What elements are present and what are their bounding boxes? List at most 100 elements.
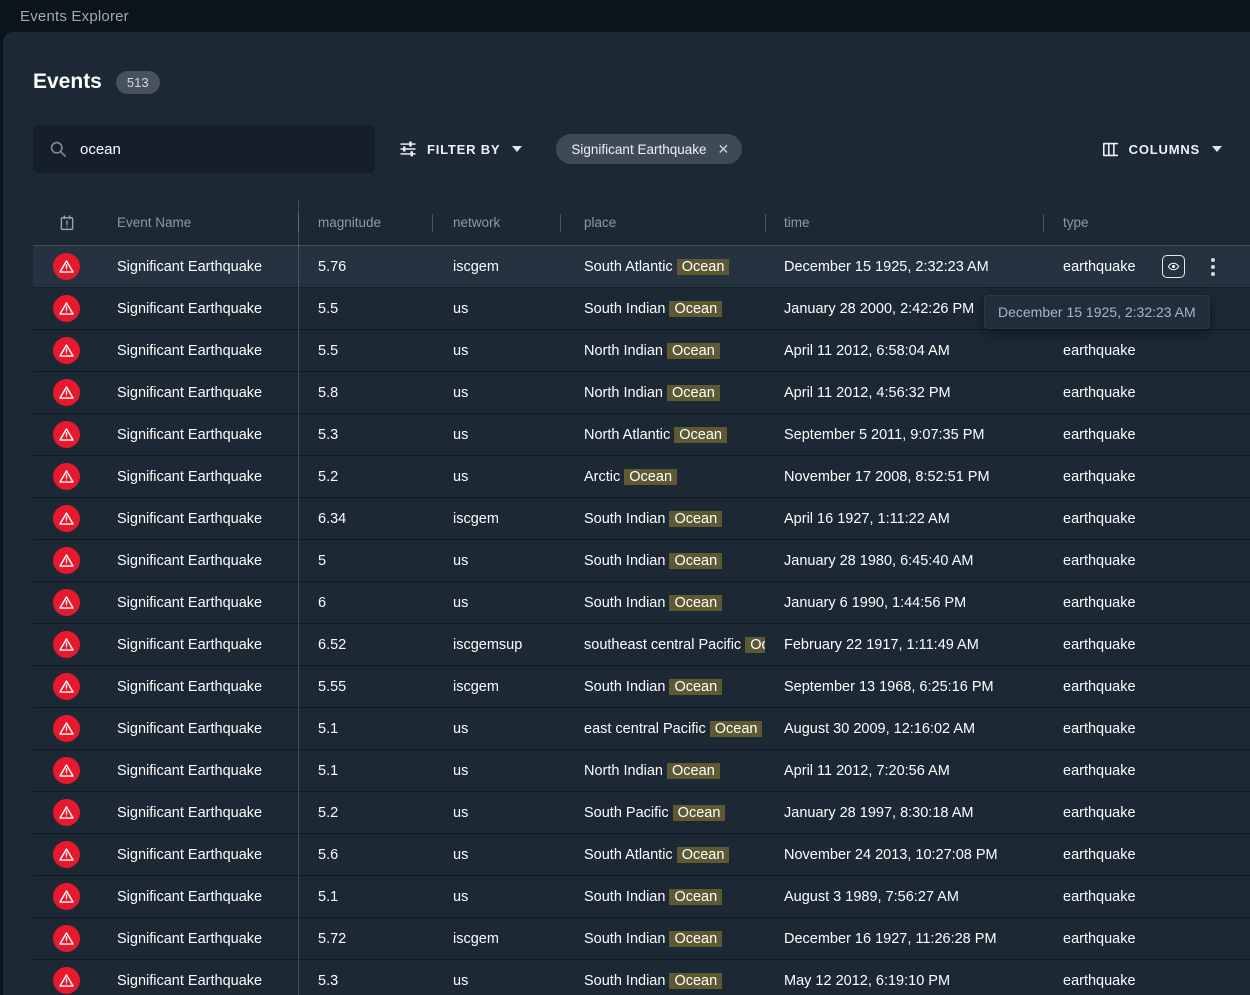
search-match-highlight: Ocean — [669, 973, 722, 989]
search-box[interactable] — [33, 125, 375, 173]
table-row[interactable]: Significant Earthquake 5.2 us South Paci… — [33, 792, 1250, 834]
filter-sliders-icon — [398, 139, 418, 159]
events-count-badge: 513 — [116, 71, 160, 94]
row-alert-cell — [33, 631, 100, 658]
table-row[interactable]: Significant Earthquake 6.52 iscgemsup so… — [33, 624, 1250, 666]
type-cell: earthquake — [1043, 805, 1150, 821]
time-cell: April 16 1927, 1:11:22 AM — [765, 511, 1043, 527]
column-header-actions — [1150, 200, 1250, 245]
chip-close-icon[interactable]: ✕ — [718, 142, 730, 156]
search-match-highlight: Ocean — [669, 301, 722, 317]
event-name-cell: Significant Earthquake — [100, 469, 298, 485]
table-body: Significant Earthquake 5.76 iscgem South… — [33, 246, 1250, 995]
warning-icon — [53, 379, 80, 406]
row-alert-cell — [33, 799, 100, 826]
page-header: Events 513 — [33, 70, 160, 94]
magnitude-cell: 5 — [298, 553, 432, 569]
row-alert-cell — [33, 505, 100, 532]
main-panel: Events 513 FILTER BY Significant Earthqu… — [3, 32, 1250, 995]
magnitude-cell: 5.1 — [298, 721, 432, 737]
column-header-place[interactable]: place — [560, 200, 765, 245]
table-row[interactable]: Significant Earthquake 5.6 us South Atla… — [33, 834, 1250, 876]
table-row[interactable]: Significant Earthquake 6.34 iscgem South… — [33, 498, 1250, 540]
filter-by-button[interactable]: FILTER BY — [398, 139, 522, 159]
event-alert-icon — [58, 214, 76, 232]
network-cell: us — [432, 721, 560, 737]
row-alert-cell — [33, 925, 100, 952]
table-row[interactable]: Significant Earthquake 5.72 iscgem South… — [33, 918, 1250, 960]
preview-event-button[interactable] — [1162, 255, 1185, 278]
place-cell: North Indian Ocean — [560, 343, 765, 359]
search-match-highlight: Ocean — [669, 931, 722, 947]
table-row[interactable]: Significant Earthquake 5 us South Indian… — [33, 540, 1250, 582]
table-row[interactable]: Significant Earthquake 5.8 us North Indi… — [33, 372, 1250, 414]
time-cell: January 6 1990, 1:44:56 PM — [765, 595, 1043, 611]
filter-chip-significant-earthquake[interactable]: Significant Earthquake ✕ — [556, 134, 742, 164]
place-cell: South Pacific Ocean — [560, 805, 765, 821]
type-cell: earthquake — [1043, 721, 1150, 737]
table-row[interactable]: Significant Earthquake 5.1 us North Indi… — [33, 750, 1250, 792]
row-menu-kebab-icon[interactable] — [1209, 256, 1217, 278]
column-header-type[interactable]: type — [1043, 200, 1150, 245]
place-cell: Arctic Ocean — [560, 469, 765, 485]
warning-icon — [53, 547, 80, 574]
filter-by-label: FILTER BY — [427, 142, 500, 157]
event-name-cell: Significant Earthquake — [100, 553, 298, 569]
time-cell: January 28 1980, 6:45:40 AM — [765, 553, 1043, 569]
table-row[interactable]: Significant Earthquake 5.2 us Arctic Oce… — [33, 456, 1250, 498]
warning-icon — [53, 463, 80, 490]
columns-button[interactable]: COLUMNS — [1101, 140, 1222, 159]
column-header-time[interactable]: time — [765, 200, 1043, 245]
search-match-highlight: Ocean — [745, 637, 765, 653]
type-cell: earthquake — [1043, 553, 1150, 569]
warning-icon — [53, 715, 80, 742]
place-cell: South Atlantic Ocean — [560, 259, 765, 275]
magnitude-cell: 5.3 — [298, 973, 432, 989]
table-row[interactable]: Significant Earthquake 5.3 us North Atla… — [33, 414, 1250, 456]
event-name-cell: Significant Earthquake — [100, 679, 298, 695]
column-header-network[interactable]: network — [432, 200, 560, 245]
magnitude-cell: 5.5 — [298, 343, 432, 359]
event-name-cell: Significant Earthquake — [100, 805, 298, 821]
table-row[interactable]: Significant Earthquake 5.3 us South Indi… — [33, 960, 1250, 995]
magnitude-cell: 6.52 — [298, 637, 432, 653]
page-title: Events — [33, 70, 102, 94]
column-header-magnitude[interactable]: magnitude — [298, 200, 432, 245]
search-match-highlight: Ocean — [677, 259, 730, 275]
network-cell: us — [432, 595, 560, 611]
row-alert-cell — [33, 715, 100, 742]
warning-icon — [53, 421, 80, 448]
column-header-event-name[interactable]: Event Name — [100, 200, 298, 245]
type-cell: earthquake — [1043, 595, 1150, 611]
place-cell: North Indian Ocean — [560, 763, 765, 779]
row-alert-cell — [33, 295, 100, 322]
search-match-highlight: Ocean — [667, 343, 720, 359]
table-row[interactable]: Significant Earthquake 5.76 iscgem South… — [33, 246, 1250, 288]
event-name-cell: Significant Earthquake — [100, 385, 298, 401]
table-row[interactable]: Significant Earthquake 6 us South Indian… — [33, 582, 1250, 624]
row-actions — [1150, 255, 1250, 278]
warning-icon — [53, 253, 80, 280]
table-row[interactable]: Significant Earthquake 5.1 us South Indi… — [33, 876, 1250, 918]
table-row[interactable]: Significant Earthquake 5.5 us North Indi… — [33, 330, 1250, 372]
type-cell: earthquake — [1043, 259, 1150, 275]
search-match-highlight: Ocean — [669, 889, 722, 905]
search-match-highlight: Ocean — [673, 805, 726, 821]
type-cell: earthquake — [1043, 469, 1150, 485]
table-row[interactable]: Significant Earthquake 5.1 us east centr… — [33, 708, 1250, 750]
magnitude-cell: 5.55 — [298, 679, 432, 695]
table-row[interactable]: Significant Earthquake 5.55 iscgem South… — [33, 666, 1250, 708]
search-input[interactable] — [80, 141, 360, 158]
type-cell: earthquake — [1043, 931, 1150, 947]
magnitude-cell: 5.2 — [298, 805, 432, 821]
network-cell: us — [432, 763, 560, 779]
search-match-highlight: Ocean — [667, 763, 720, 779]
row-alert-cell — [33, 883, 100, 910]
warning-icon — [53, 631, 80, 658]
time-cell: August 30 2009, 12:16:02 AM — [765, 721, 1043, 737]
type-cell: earthquake — [1043, 385, 1150, 401]
alert-column-header[interactable] — [33, 200, 100, 245]
type-cell: earthquake — [1043, 637, 1150, 653]
warning-icon — [53, 883, 80, 910]
warning-icon — [53, 841, 80, 868]
